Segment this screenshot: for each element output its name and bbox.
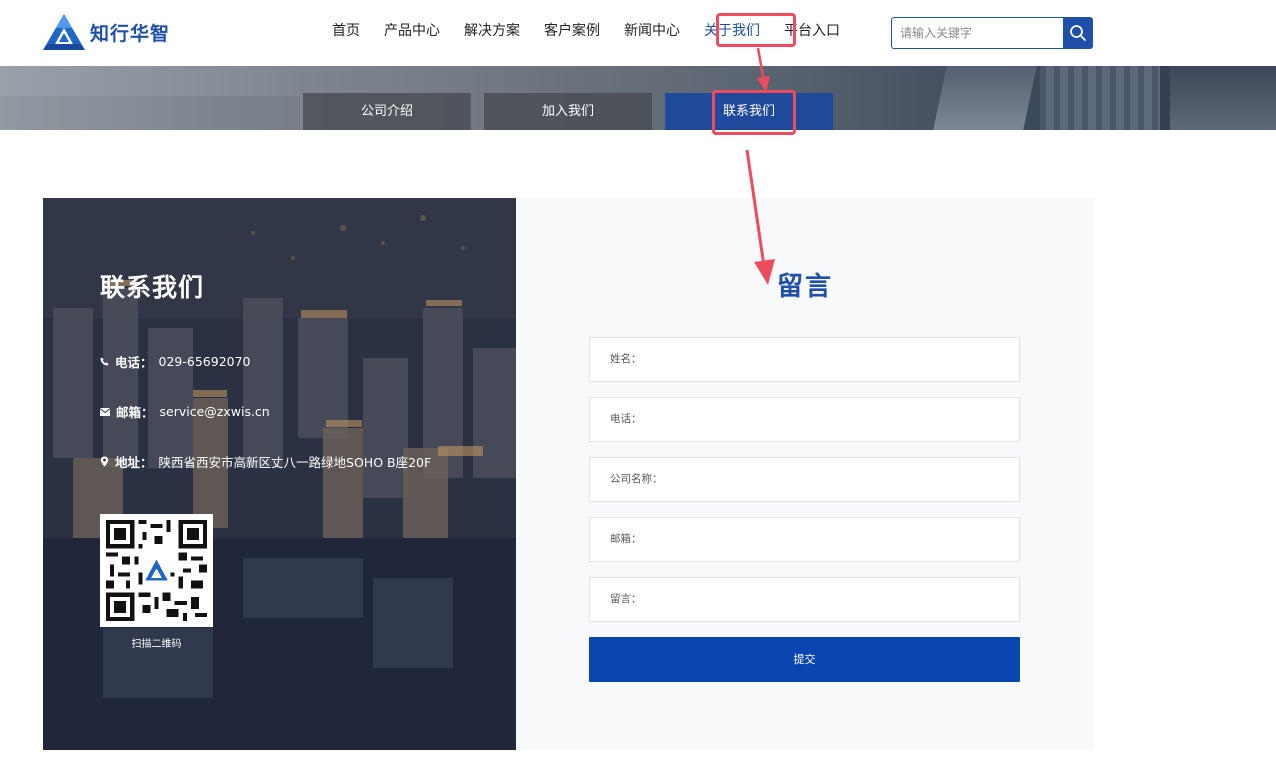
banner-building — [1040, 66, 1160, 130]
message-input[interactable] — [666, 578, 998, 621]
contact-title: 联系我们 — [100, 273, 205, 302]
qr-code — [100, 514, 213, 627]
message-field[interactable]: 留言： — [589, 577, 1020, 622]
highlight-box-nav-about — [716, 13, 796, 47]
subnav-item-join-us[interactable]: 加入我们 — [484, 93, 652, 130]
location-icon — [100, 456, 109, 467]
email-row: 邮箱： service@zxwis.cn — [100, 402, 270, 421]
logo-text: 知行华智 — [90, 22, 171, 45]
search-button[interactable] — [1063, 17, 1093, 49]
field-label: 电话： — [610, 413, 642, 425]
contact-panel: 联系我们 电话： 029-65692070 邮箱： service@zxwis.… — [43, 198, 516, 750]
email-value[interactable]: service@zxwis.cn — [160, 404, 270, 419]
logo-icon — [43, 14, 85, 50]
nav-item-cases[interactable]: 客户案例 — [532, 16, 612, 46]
field-label: 留言： — [610, 593, 642, 605]
phone-row: 电话： 029-65692070 — [100, 352, 251, 371]
logo[interactable]: 知行华智 — [42, 12, 182, 52]
nav-item-home[interactable]: 首页 — [320, 16, 372, 46]
company-field[interactable]: 公司名称： — [589, 457, 1020, 502]
email-field[interactable]: 邮箱： — [589, 517, 1020, 562]
company-input[interactable] — [666, 458, 998, 501]
field-label: 姓名： — [610, 353, 642, 365]
nav-item-solutions[interactable]: 解决方案 — [452, 16, 532, 46]
search-input[interactable] — [891, 17, 1063, 49]
address-label: 地址： — [115, 455, 153, 470]
search-icon — [1070, 25, 1086, 41]
form-title: 留言 — [776, 272, 833, 302]
field-label: 公司名称： — [610, 473, 663, 485]
phone-label: 电话： — [115, 355, 153, 370]
search-box — [891, 17, 1093, 49]
email-input[interactable] — [666, 518, 998, 561]
highlight-box-subnav-contact — [712, 90, 796, 135]
banner-decoration — [0, 96, 300, 130]
subnav-item-company-intro[interactable]: 公司介绍 — [303, 93, 471, 130]
qr-caption: 扫描二维码 — [131, 639, 182, 650]
phone-value: 029-65692070 — [158, 354, 251, 369]
qr-code-image — [106, 520, 207, 621]
email-label: 邮箱： — [116, 405, 154, 420]
phone-field[interactable]: 电话： — [589, 397, 1020, 442]
site-header: 知行华智 首页 产品中心 解决方案 客户案例 新闻中心 关于我们 平台入口 — [0, 0, 1276, 66]
phone-input[interactable] — [666, 398, 998, 441]
submit-button[interactable]: 提交 — [589, 637, 1020, 682]
message-form: 留言 姓名： 电话： 公司名称： 邮箱： 留言： 提交 — [516, 198, 1094, 750]
name-field[interactable]: 姓名： — [589, 337, 1020, 382]
name-input[interactable] — [666, 338, 998, 381]
field-label: 邮箱： — [610, 533, 642, 545]
nav-item-news[interactable]: 新闻中心 — [612, 16, 692, 46]
banner-building — [933, 66, 1037, 130]
address-row: 地址： 陕西省西安市高新区丈八一路绿地SOHO B座20F — [100, 452, 431, 471]
banner-building — [1170, 66, 1276, 130]
phone-icon — [100, 357, 109, 366]
mail-icon — [100, 407, 110, 416]
nav-item-products[interactable]: 产品中心 — [372, 16, 452, 46]
address-value: 陕西省西安市高新区丈八一路绿地SOHO B座20F — [158, 455, 432, 470]
